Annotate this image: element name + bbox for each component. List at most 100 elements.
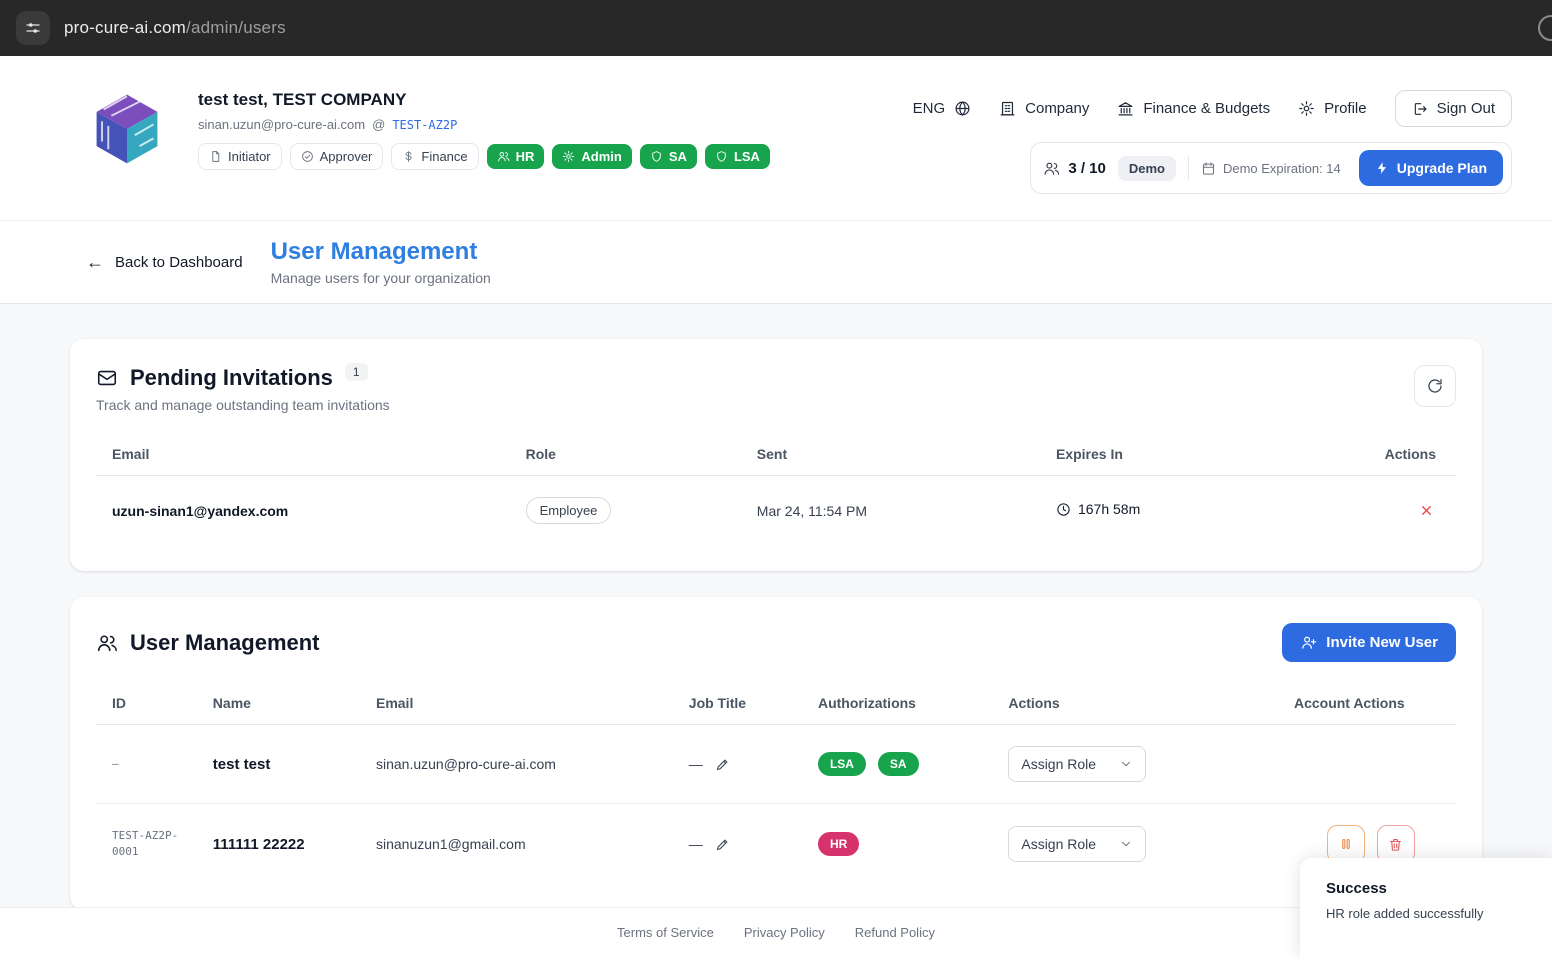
user-email: sinanuzun1@gmail.com — [367, 803, 681, 884]
page-subtitle: Manage users for your organization — [270, 270, 491, 286]
user-name: 111111 22222 — [204, 803, 368, 884]
check-circle-icon — [301, 151, 313, 162]
invitation-row: uzun-sinan1@yandex.com Employee Mar 24, … — [96, 476, 1456, 546]
language-label: ENG — [912, 100, 946, 117]
nav-profile[interactable]: Profile — [1298, 100, 1367, 117]
url-host: pro-cure-ai.com — [64, 18, 187, 37]
assign-role-select[interactable]: Assign Role — [1008, 826, 1147, 862]
edit-job-title-button[interactable] — [715, 837, 730, 852]
sign-out-button[interactable]: Sign Out — [1394, 90, 1512, 127]
users-title: User Management — [130, 629, 320, 655]
col-authorizations: Authorizations — [809, 682, 1001, 725]
footer-link-refund[interactable]: Refund Policy — [855, 925, 935, 940]
upgrade-plan-button[interactable]: Upgrade Plan — [1358, 150, 1503, 186]
shield-icon — [717, 151, 726, 162]
plan-usage-bar: 3 / 10 Demo Demo Expiration: 14 Upgrade … — [1030, 142, 1512, 194]
badge-initiator: Initiator — [198, 143, 282, 170]
seat-usage-value: 3 / 10 — [1068, 159, 1106, 177]
calendar-icon — [1202, 161, 1214, 175]
language-selector[interactable]: ENG — [913, 100, 972, 117]
building-icon — [1000, 101, 1015, 116]
user-email: sinan.uzun@pro-cure-ai.com — [198, 117, 366, 132]
chevron-down-icon — [1122, 841, 1131, 847]
user-id: – — [112, 756, 119, 770]
badge-lsa: LSA — [704, 144, 770, 169]
nav-label: Profile — [1324, 100, 1367, 117]
pencil-icon — [716, 759, 728, 770]
invite-new-user-button[interactable]: Invite New User — [1282, 623, 1456, 662]
assign-role-label: Assign Role — [1021, 756, 1097, 772]
invitation-expires: 167h 58m — [1056, 501, 1140, 517]
top-nav: ENG Company Finance & Budgets Profile Si… — [913, 90, 1512, 127]
page-title: User Management — [270, 238, 478, 265]
job-title-value: — — [688, 836, 703, 852]
badge-label: Initiator — [228, 149, 271, 164]
col-job-title: Job Title — [680, 682, 810, 725]
back-to-dashboard-link[interactable]: ← Back to Dashboard — [86, 252, 243, 273]
company-title: test test, TEST COMPANY — [198, 90, 407, 109]
back-arrow-icon: ← — [86, 251, 104, 272]
nav-label: Finance & Budgets — [1143, 100, 1271, 117]
browser-profile-icon[interactable] — [1538, 15, 1552, 41]
company-info: test test, TEST COMPANY sinan.uzun@pro-c… — [198, 90, 770, 170]
document-icon — [212, 151, 220, 162]
invitation-expires-value: 167h 58m — [1077, 501, 1141, 518]
user-email-line: sinan.uzun@pro-cure-ai.com @ TEST-AZ2P — [198, 117, 770, 132]
dollar-icon — [405, 151, 412, 162]
url-text[interactable]: pro-cure-ai.com/admin/users — [64, 18, 286, 38]
refresh-button[interactable] — [1414, 365, 1456, 407]
pencil-icon — [716, 839, 728, 850]
close-icon — [1422, 505, 1431, 515]
users-icon — [497, 152, 510, 162]
app-header: test test, TEST COMPANY sinan.uzun@pro-c… — [0, 56, 1552, 220]
assign-role-label: Assign Role — [1021, 836, 1097, 852]
footer-link-terms[interactable]: Terms of Service — [617, 925, 714, 940]
role-badge-row: Initiator Approver Finance HR Admin SA L… — [198, 143, 770, 170]
account-actions-empty — [1286, 725, 1456, 804]
gear-icon — [1299, 101, 1314, 116]
user-row: – test test sinan.uzun@pro-cure-ai.com —… — [96, 725, 1456, 804]
sign-out-label: Sign Out — [1436, 100, 1495, 117]
assign-role-select[interactable]: Assign Role — [1008, 746, 1147, 782]
users-icon — [1044, 162, 1060, 175]
tune-icon — [26, 23, 40, 33]
page-subheader: ← Back to Dashboard User Management Mana… — [0, 220, 1552, 304]
refresh-icon — [1428, 378, 1442, 393]
col-email: Email — [367, 682, 681, 725]
user-id: TEST-AZ2P-0001 — [96, 803, 205, 884]
gear-icon — [563, 150, 575, 163]
seat-usage: 3 / 10 — [1043, 160, 1106, 177]
badge-label: LSA — [733, 149, 760, 164]
invitation-email: uzun-sinan1@yandex.com — [112, 502, 289, 519]
badge-approver: Approver — [289, 143, 384, 170]
toast-title: Success — [1326, 880, 1387, 897]
footer-link-privacy[interactable]: Privacy Policy — [744, 925, 825, 940]
nav-company[interactable]: Company — [999, 100, 1089, 117]
col-id: ID — [96, 682, 205, 725]
auth-badge-sa: SA — [877, 752, 919, 776]
user-row: TEST-AZ2P-0001 111111 22222 sinanuzun1@g… — [96, 803, 1456, 884]
nav-finance-budgets[interactable]: Finance & Budgets — [1117, 100, 1270, 117]
pending-invitations-card: Pending Invitations 1 Track and manage o… — [70, 339, 1482, 571]
col-expires: Expires In — [1047, 433, 1361, 476]
toast-success: Success HR role added successfully — [1300, 858, 1552, 958]
user-plus-icon — [1302, 636, 1317, 649]
badge-label: Admin — [581, 149, 622, 164]
users-icon — [97, 634, 117, 651]
cancel-invitation-button[interactable] — [1417, 501, 1436, 520]
users-table: ID Name Email Job Title Authorizations A… — [96, 682, 1456, 884]
at-separator: @ — [372, 117, 386, 132]
globe-icon — [955, 101, 970, 116]
edit-job-title-button[interactable] — [715, 757, 730, 772]
browser-menu-button[interactable] — [16, 11, 50, 45]
pending-subtitle: Track and manage outstanding team invita… — [96, 397, 390, 413]
browser-address-bar: pro-cure-ai.com/admin/users — [0, 0, 1552, 56]
badge-label: Finance — [421, 149, 468, 164]
pending-count-badge: 1 — [344, 363, 368, 381]
invite-new-user-label: Invite New User — [1326, 634, 1438, 651]
tenant-code[interactable]: TEST-AZ2P — [392, 118, 457, 132]
plan-badge: Demo — [1117, 155, 1176, 181]
main-content: Pending Invitations 1 Track and manage o… — [0, 304, 1552, 907]
back-label: Back to Dashboard — [115, 253, 243, 271]
pending-title: Pending Invitations — [130, 365, 333, 390]
